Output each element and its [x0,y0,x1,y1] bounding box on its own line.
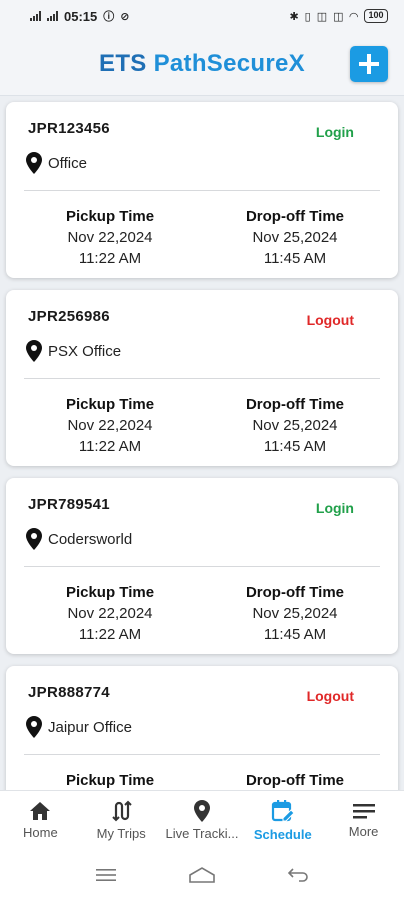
divider [24,566,380,567]
calendar-edit-icon [271,800,295,822]
dropoff-label: Drop-off Time [245,584,345,601]
location-pin-icon [193,800,210,822]
nav-label: Schedule [253,827,312,842]
location-name: Codersworld [48,530,133,548]
route-icon [112,800,132,822]
nav-label: More [348,824,379,839]
trip-card[interactable]: JPR789541 Login Codersworld Pickup Time … [6,478,398,654]
trip-list[interactable]: JPR123456 Login Office Pickup Time Nov 2… [0,96,404,790]
dropoff-block: Drop-off Time Nov 25,2024 11:45 AM [215,394,375,457]
add-trip-button[interactable] [350,46,388,82]
plus-icon [359,54,379,74]
location-name: PSX Office [48,342,122,360]
pickup-block: Pickup Time Nov 22,2024 11:22 AM [30,206,190,269]
home-button-icon[interactable] [188,866,216,884]
pickup-date: Nov 22,2024 [67,605,153,622]
sync-icon: ⊘ [120,10,130,23]
app-title-part1: ETS [99,49,154,77]
trip-status: Logout [306,312,354,328]
status-right: ✱ ▯ ◫ ◫ ◠ 100 [289,9,388,23]
pickup-block: Pickup Time Nov 22,2024 11:22 AM [30,394,190,457]
home-icon [30,802,51,820]
status-left: 05:15 ⓘ ⊘ [30,8,129,24]
pickup-date: Nov 22,2024 [67,417,153,434]
volte-icon-2: ◫ [333,10,344,23]
trip-card[interactable]: JPR888774 Logout Jaipur Office Pickup Ti… [6,666,398,790]
location-pin-icon [26,528,42,550]
location-row: PSX Office [26,340,121,362]
volte-icon: ◫ [316,10,328,23]
dropoff-date: Nov 25,2024 [252,605,338,622]
signal-icon [30,11,41,21]
trip-id: JPR789541 [28,496,110,513]
app-title: ETS PathSecureX [99,50,305,78]
dropoff-block: Drop-off Time Nov 25,2024 11:45 AM [215,582,375,645]
divider [24,378,380,379]
location-name: Office [48,154,87,172]
pickup-date: Nov 22,2024 [67,229,153,246]
dropoff-time: 11:45 AM [263,438,327,455]
nav-label: My Trips [96,826,146,841]
nav-more[interactable]: More [323,791,404,850]
recent-apps-icon[interactable] [95,867,117,883]
pickup-label: Pickup Time [65,396,155,413]
trip-card[interactable]: JPR256986 Logout PSX Office Pickup Time … [6,290,398,466]
status-time: 05:15 [64,8,98,24]
divider [24,190,380,191]
info-icon: ⓘ [103,11,115,23]
dropoff-date: Nov 25,2024 [252,417,338,434]
divider [24,754,380,755]
nav-schedule[interactable]: Schedule [242,791,323,850]
signal-icon-2 [47,11,58,21]
trip-id: JPR123456 [28,120,110,137]
status-bar: 05:15 ⓘ ⊘ ✱ ▯ ◫ ◫ ◠ 100 [0,0,404,32]
dropoff-label: Drop-off Time [245,772,345,789]
menu-icon [352,804,375,819]
app-title-part2: PathSecureX [153,49,305,77]
pickup-block: Pickup Time Nov 22,2024 11:22 AM [30,582,190,645]
battery-icon: 100 [364,9,388,23]
pickup-time: 11:22 AM [78,438,142,455]
trip-status: Logout [306,688,354,704]
dropoff-block: Drop-off Time [215,770,375,790]
dropoff-label: Drop-off Time [245,396,345,413]
location-name: Jaipur Office [48,718,132,736]
wifi-icon: ◠ [349,10,358,23]
nav-label: Live Tracki... [165,826,239,841]
location-row: Office [26,152,87,174]
trip-status: Login [315,500,354,516]
nav-label: Home [23,825,58,840]
app-header: ETS PathSecureX [0,32,404,96]
nav-live-tracking[interactable]: Live Tracki... [162,791,243,850]
pickup-label: Pickup Time [65,584,155,601]
trip-id: JPR888774 [28,684,110,701]
bottom-nav: Home My Trips Live Tracki... Schedule Mo… [0,790,404,850]
bluetooth-icon: ✱ [289,10,299,23]
back-icon[interactable] [287,866,309,884]
location-row: Codersworld [26,528,132,550]
dropoff-time: 11:45 AM [263,626,327,643]
dropoff-time: 11:45 AM [263,250,327,267]
pickup-label: Pickup Time [65,772,155,789]
dropoff-date: Nov 25,2024 [252,229,338,246]
location-pin-icon [26,152,42,174]
nav-home[interactable]: Home [0,791,81,850]
dropoff-block: Drop-off Time Nov 25,2024 11:45 AM [215,206,375,269]
pickup-time: 11:22 AM [78,626,142,643]
location-pin-icon [26,716,42,738]
system-nav-bar [0,850,404,900]
pickup-time: 11:22 AM [78,250,142,267]
trip-status: Login [315,124,354,140]
vibrate-icon: ▯ [304,10,311,23]
trip-id: JPR256986 [28,308,110,325]
nav-my-trips[interactable]: My Trips [81,791,162,850]
trip-card[interactable]: JPR123456 Login Office Pickup Time Nov 2… [6,102,398,278]
location-row: Jaipur Office [26,716,132,738]
dropoff-label: Drop-off Time [245,208,345,225]
pickup-label: Pickup Time [65,208,155,225]
pickup-block: Pickup Time [30,770,190,790]
location-pin-icon [26,340,42,362]
